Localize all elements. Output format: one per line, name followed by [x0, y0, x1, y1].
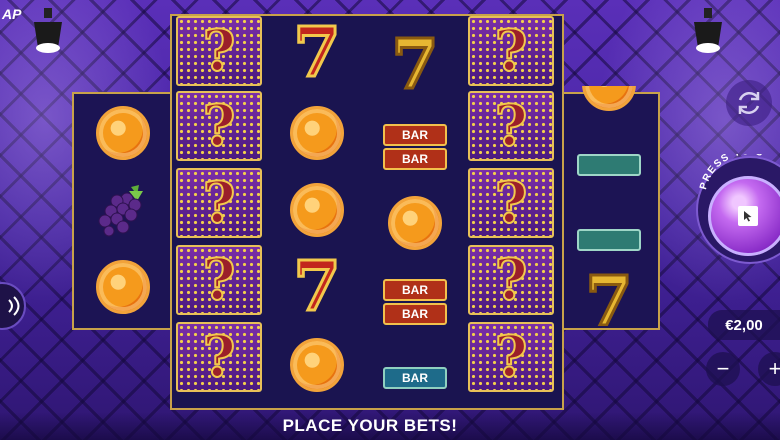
symbol-double-bar: BAR BAR	[372, 112, 458, 182]
symbol-mystery: ?	[468, 322, 554, 392]
status-message: PLACE YOUR BETS!	[282, 416, 458, 435]
symbol-orange	[566, 86, 652, 112]
symbol-double-bar: BAR BAR	[372, 267, 458, 337]
bet-decrease-button[interactable]: −	[706, 352, 740, 386]
symbol-orange	[274, 98, 360, 168]
symbol-mystery: ?	[176, 168, 262, 238]
refresh-icon	[738, 91, 760, 115]
bar-label: BAR	[383, 124, 447, 146]
bar-label: BAR	[383, 367, 447, 389]
game-stage: AP 7 ? ? ? ? ? 7 7 7 BAR BAR BAR BAR BAR…	[0, 0, 780, 440]
spotlight-icon	[694, 8, 722, 53]
symbol-mystery: ?	[468, 168, 554, 238]
bet-amount: €2,00	[708, 310, 780, 340]
symbol-bar: BAR	[372, 343, 458, 413]
symbol-orange	[80, 98, 166, 168]
symbol-mystery: ?	[176, 245, 262, 315]
symbol-orange	[372, 188, 458, 258]
bet-increase-button[interactable]: +	[758, 352, 780, 386]
symbol-seven: 7	[584, 268, 634, 326]
sound-button[interactable]	[0, 282, 26, 330]
symbol-mystery: ?	[176, 322, 262, 392]
symbol-mystery: ?	[176, 16, 262, 86]
cursor-icon	[738, 206, 758, 226]
symbol-orange	[274, 330, 360, 400]
sound-icon	[8, 296, 20, 316]
symbol-bar	[566, 130, 652, 200]
spin-button[interactable]	[708, 176, 780, 256]
symbol-bar	[566, 205, 652, 275]
symbol-grapes	[80, 175, 166, 245]
autoplay-button[interactable]	[726, 80, 772, 126]
symbol-orange	[80, 252, 166, 322]
symbol-seven: 7	[390, 25, 440, 105]
bar-label: BAR	[383, 303, 447, 325]
symbol-mystery: ?	[468, 245, 554, 315]
symbol-mystery: ?	[468, 91, 554, 161]
bar-label: BAR	[383, 148, 447, 170]
bar-label: BAR	[383, 279, 447, 301]
symbol-seven: 7	[292, 247, 342, 327]
brand-logo: AP	[2, 6, 22, 22]
symbol-seven: 7	[292, 13, 342, 93]
symbol-mystery: ?	[468, 16, 554, 86]
symbol-orange	[274, 175, 360, 245]
spotlight-icon	[34, 8, 62, 53]
symbol-mystery: ?	[176, 91, 262, 161]
